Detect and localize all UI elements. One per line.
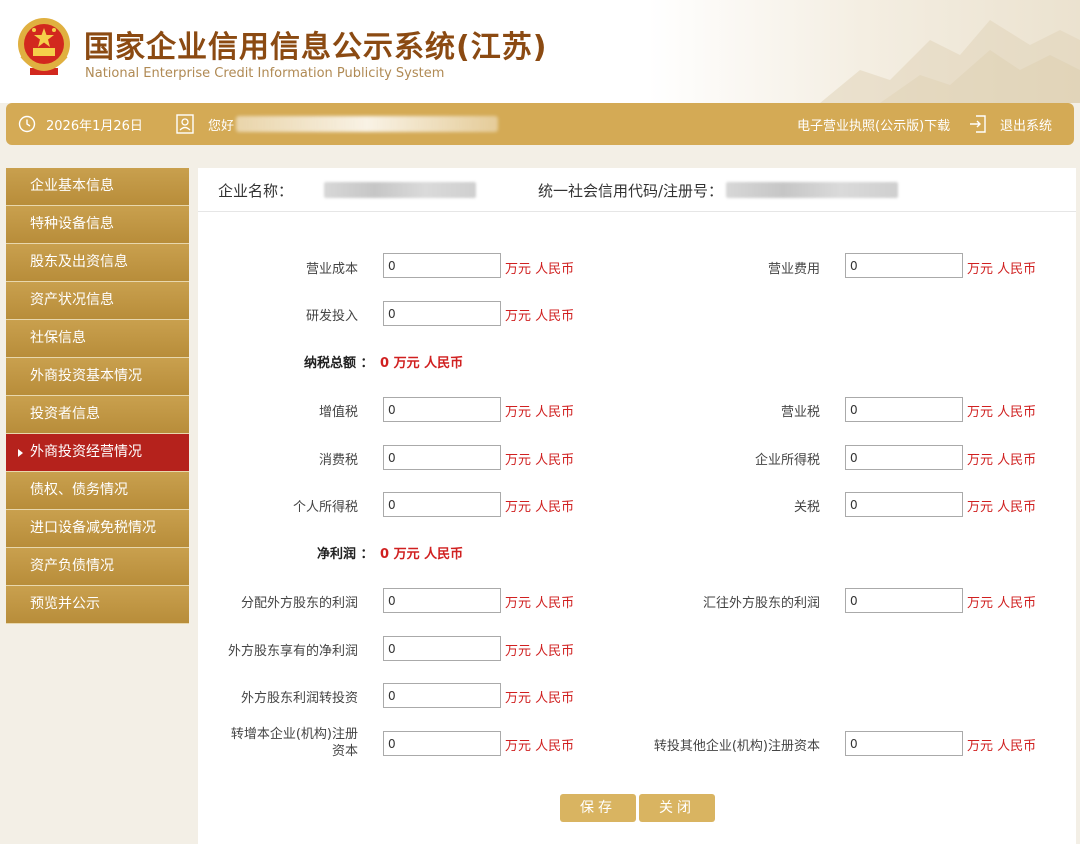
sidebar-item-special-equipment[interactable]: 特种设备信息 — [6, 206, 189, 244]
top-bar: 2026年1月26日 您好 电子营业执照(公示版)下载 退出系统 — [6, 103, 1074, 145]
operating-cost-unit: 万元 人民币 — [505, 262, 575, 277]
close-button[interactable]: 关闭 — [639, 794, 715, 822]
date-text: 2026年1月26日 — [46, 118, 143, 134]
operating-expense-unit: 万元 人民币 — [967, 262, 1037, 277]
operating-expense-input[interactable] — [845, 253, 963, 278]
sidebar-item-assets[interactable]: 资产状况信息 — [6, 282, 189, 320]
profit-remitted-foreign-label: 汇往外方股东的利润 — [702, 596, 820, 611]
rd-investment-unit: 万元 人民币 — [505, 309, 575, 324]
tax-total-label: 纳税总额 ： — [304, 356, 374, 371]
corporate-income-tax-input[interactable] — [845, 445, 963, 470]
business-tax-unit: 万元 人民币 — [967, 405, 1037, 420]
personal-income-tax-unit: 万元 人民币 — [505, 500, 575, 515]
site-subtitle: National Enterprise Credit Information P… — [85, 66, 445, 81]
sidebar-item-debts[interactable]: 债权、债务情况 — [6, 472, 189, 510]
sidebar-item-foreign-investment-basic[interactable]: 外商投资基本情况 — [6, 358, 189, 396]
foreign-profit-reinvest-input[interactable] — [383, 683, 501, 708]
personal-income-tax-input[interactable] — [383, 492, 501, 517]
reinvest-own-capital-unit: 万元 人民币 — [505, 739, 575, 754]
foreign-net-profit-label: 外方股东享有的净利润 — [227, 644, 358, 659]
redacted-credit-code — [726, 182, 898, 198]
profit-distributed-foreign-input[interactable] — [383, 588, 501, 613]
greeting-text: 您好 — [208, 118, 235, 134]
reinvest-own-capital-label: 转增本企业(机构)注册资本 — [230, 727, 358, 759]
user-greeting: 您好 — [176, 103, 499, 145]
sidebar-item-shareholders[interactable]: 股东及出资信息 — [6, 244, 189, 282]
net-profit-value: 0 万元 人民币 — [380, 547, 464, 562]
corporate-income-tax-unit: 万元 人民币 — [967, 453, 1037, 468]
net-profit-label: 净利润 ： — [317, 547, 374, 562]
company-info-bar: 企业名称： 统一社会信用代码/注册号： — [198, 168, 1076, 212]
vat-unit: 万元 人民币 — [505, 405, 575, 420]
sidebar-item-balance-sheet[interactable]: 资产负债情况 — [6, 548, 189, 586]
foreign-profit-reinvest-label: 外方股东利润转投资 — [240, 691, 358, 706]
sidebar-nav: 企业基本信息 特种设备信息 股东及出资信息 资产状况信息 社保信息 外商投资基本… — [6, 168, 189, 624]
sidebar-item-import-tax-exemption[interactable]: 进口设备减免税情况 — [6, 510, 189, 548]
consumption-tax-label: 消费税 — [318, 453, 358, 468]
consumption-tax-input[interactable] — [383, 445, 501, 470]
logout-link[interactable]: 退出系统 — [968, 103, 1052, 145]
profit-distributed-foreign-label: 分配外方股东的利润 — [240, 596, 358, 611]
business-tax-label: 营业税 — [780, 405, 820, 420]
user-card-icon — [176, 114, 194, 134]
tax-total-value: 0 万元 人民币 — [380, 356, 464, 371]
profit-distributed-foreign-unit: 万元 人民币 — [505, 596, 575, 611]
reinvest-other-capital-unit: 万元 人民币 — [967, 739, 1037, 754]
vat-input[interactable] — [383, 397, 501, 422]
sidebar-item-social-security[interactable]: 社保信息 — [6, 320, 189, 358]
operating-expense-label: 营业费用 — [767, 262, 820, 277]
profit-remitted-foreign-input[interactable] — [845, 588, 963, 613]
national-emblem-icon — [18, 18, 70, 75]
reinvest-own-capital-input[interactable] — [383, 731, 501, 756]
customs-duty-label: 关税 — [793, 500, 820, 515]
sidebar-item-basic-info[interactable]: 企业基本信息 — [6, 168, 189, 206]
sidebar-item-foreign-operations[interactable]: 外商投资经营情况 — [6, 434, 189, 472]
save-button[interactable]: 保存 — [560, 794, 636, 822]
site-title: 国家企业信用信息公示系统(江苏) — [84, 30, 548, 65]
foreign-net-profit-unit: 万元 人民币 — [505, 644, 575, 659]
consumption-tax-unit: 万元 人民币 — [505, 453, 575, 468]
reinvest-other-capital-label: 转投其他企业(机构)注册资本 — [653, 739, 820, 754]
clock-icon — [18, 115, 36, 133]
rd-investment-input[interactable] — [383, 301, 501, 326]
rd-investment-label: 研发投入 — [305, 309, 358, 324]
logout-icon — [970, 115, 986, 133]
foreign-net-profit-input[interactable] — [383, 636, 501, 661]
company-name-label: 企业名称： — [218, 182, 294, 200]
customs-duty-unit: 万元 人民币 — [967, 500, 1037, 515]
sidebar-item-preview-publish[interactable]: 预览并公示 — [6, 586, 189, 624]
site-header: 国家企业信用信息公示系统(江苏) National Enterprise Cre… — [0, 0, 1080, 103]
main-panel: 企业名称： 统一社会信用代码/注册号： 营业成本 万元 人民币 营业费用 万元 … — [198, 168, 1076, 844]
redacted-company-name — [324, 182, 476, 198]
vat-label: 增值税 — [318, 405, 358, 420]
operating-cost-label: 营业成本 — [305, 262, 358, 277]
license-download-link[interactable]: 电子营业执照(公示版)下载 — [797, 103, 950, 145]
credit-code-label: 统一社会信用代码/注册号： — [538, 182, 724, 200]
customs-duty-input[interactable] — [845, 492, 963, 517]
operating-cost-input[interactable] — [383, 253, 501, 278]
corporate-income-tax-label: 企业所得税 — [754, 453, 820, 468]
profit-remitted-foreign-unit: 万元 人民币 — [967, 596, 1037, 611]
sidebar-item-investors[interactable]: 投资者信息 — [6, 396, 189, 434]
business-tax-input[interactable] — [845, 397, 963, 422]
redacted-username — [236, 116, 499, 132]
logout-text: 退出系统 — [1000, 118, 1053, 134]
personal-income-tax-label: 个人所得税 — [292, 500, 358, 515]
decorative-mountain — [820, 20, 1080, 103]
date-display: 2026年1月26日 — [18, 103, 143, 145]
reinvest-other-capital-input[interactable] — [845, 731, 963, 756]
foreign-profit-reinvest-unit: 万元 人民币 — [505, 691, 575, 706]
